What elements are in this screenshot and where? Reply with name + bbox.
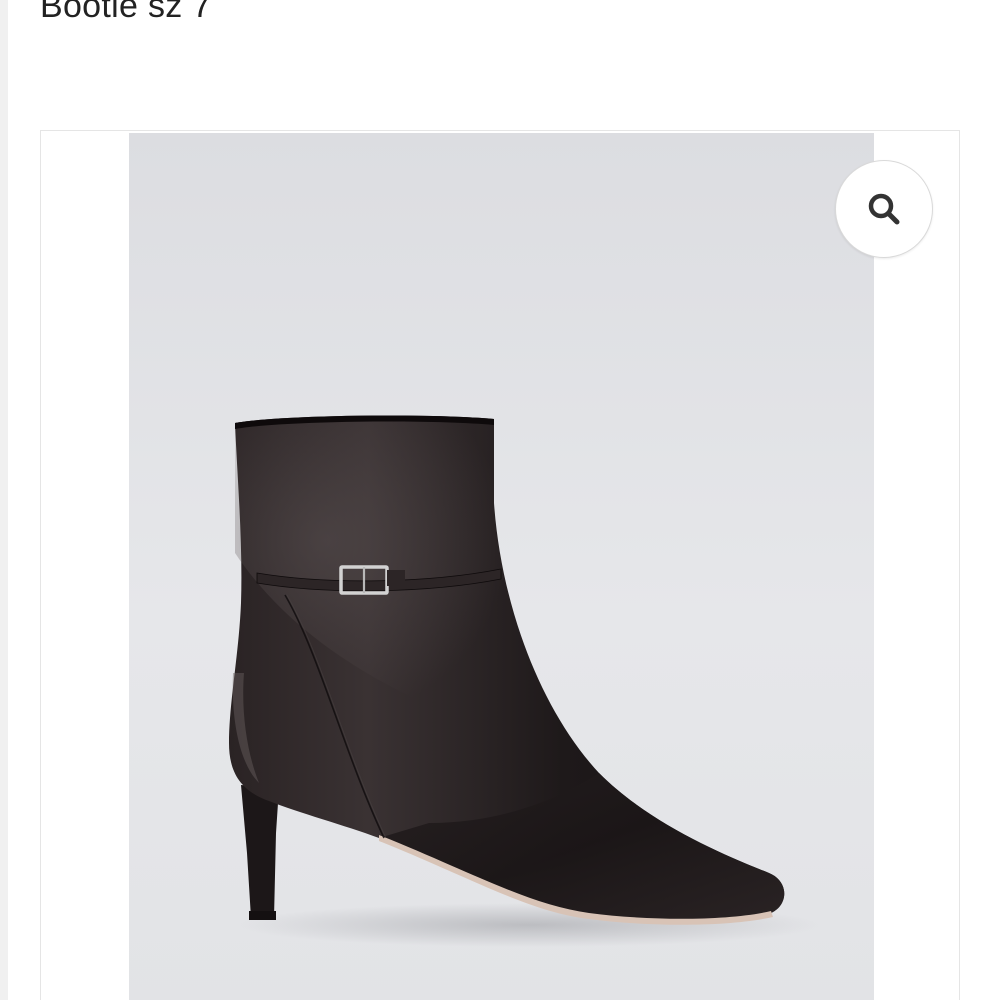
zoom-button[interactable]	[835, 160, 933, 258]
product-title: Bootie sz 7	[40, 0, 212, 25]
left-edge-divider	[0, 0, 8, 1000]
product-page: Bootie sz 7	[0, 0, 1000, 1000]
boot-image	[129, 133, 874, 1000]
image-gallery	[40, 130, 960, 1000]
product-photo[interactable]	[129, 133, 874, 1000]
search-icon	[868, 193, 900, 225]
